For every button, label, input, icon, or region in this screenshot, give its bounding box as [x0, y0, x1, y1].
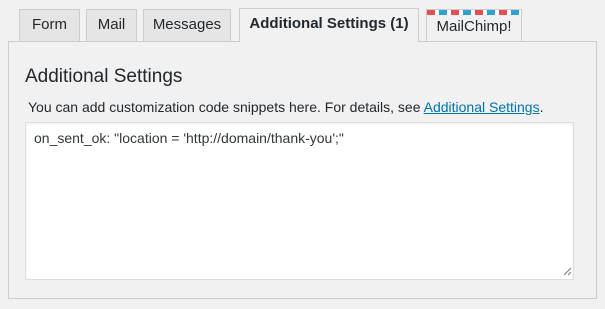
additional-settings-link[interactable]: Additional Settings [424, 99, 540, 115]
tab-label: Messages [152, 16, 222, 33]
tab-bar: Form Mail Messages Additional Settings (… [0, 0, 605, 42]
tab-messages[interactable]: Messages [143, 9, 231, 41]
tab-mailchimp[interactable]: MailChimp! [426, 9, 522, 41]
tab-label: Additional Settings (1) [249, 15, 409, 32]
description-text: You can add customization code snippets … [28, 99, 424, 115]
panel-description: You can add customization code snippets … [28, 99, 543, 115]
additional-settings-panel: Additional Settings You can add customiz… [8, 41, 597, 299]
tab-label: Mail [97, 16, 126, 33]
resize-grip-icon[interactable] [563, 267, 572, 276]
panel-title: Additional Settings [25, 66, 183, 87]
additional-settings-textarea[interactable]: on_sent_ok: "location = 'http://domain/t… [25, 122, 574, 280]
tab-mail[interactable]: Mail [86, 9, 137, 41]
tab-form[interactable]: Form [19, 9, 80, 41]
description-suffix: . [539, 99, 544, 115]
tab-additional-settings[interactable]: Additional Settings (1) [239, 8, 419, 42]
tab-label: Form [32, 16, 67, 33]
tab-label: MailChimp! [436, 18, 512, 35]
